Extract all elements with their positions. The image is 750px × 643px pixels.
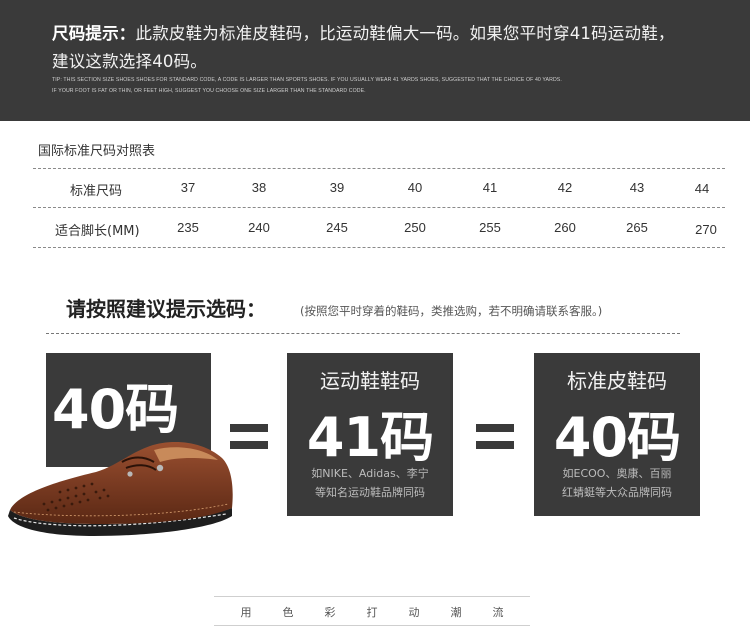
- slogan-char: 动: [408, 606, 420, 619]
- foot-length-cell: 270: [695, 222, 717, 237]
- foot-length-cell: 240: [248, 220, 270, 235]
- size-cell: 41: [482, 180, 498, 195]
- leather-shoe-brands: 如ECOO、奥康、百丽: [562, 467, 672, 480]
- sports-shoe-brands-note: 等知名运动鞋品牌同码: [315, 486, 425, 499]
- sports-shoe-size-box: 运动鞋鞋码 41码 如NIKE、Adidas、李宁 等知名运动鞋品牌同码: [287, 353, 453, 516]
- advice-divider: [46, 333, 680, 334]
- size-tip-label: 尺码提示：: [52, 24, 136, 43]
- slogan-char: 流: [492, 606, 504, 619]
- slogan-char: 打: [366, 606, 378, 619]
- english-tip-line-1: TIP: THIS SECTION SIZE SHOES SHOES FOR S…: [52, 77, 562, 83]
- leather-shoe-size-label: 标准皮鞋码: [567, 369, 667, 393]
- size-table-title: 国际标准尺码对照表: [38, 144, 156, 159]
- table-divider: [33, 247, 725, 248]
- size-cell: 44: [694, 181, 710, 196]
- footer-divider: [214, 625, 530, 626]
- slogan-char: 彩: [324, 606, 336, 619]
- english-tip-line-2: IF YOUR FOOT IS FAT OR THIN, OR FEET HIG…: [52, 88, 366, 94]
- slogan-char: 潮: [450, 606, 462, 619]
- foot-length-cell: 260: [554, 220, 576, 235]
- advice-note: (按照您平时穿着的鞋码，类推选购，若不明确请联系客服。): [300, 304, 603, 318]
- foot-length-cell: 265: [626, 220, 648, 235]
- table-divider: [33, 207, 725, 208]
- size-cell: 38: [251, 180, 267, 195]
- foot-length-cell: 245: [326, 220, 348, 235]
- size-tip-line-1: 尺码提示：此款皮鞋为标准皮鞋码，比运动鞋偏大一码。如果您平时穿41码运动鞋，: [52, 20, 675, 44]
- size-row-label: 标准尺码: [70, 184, 123, 199]
- footer-divider: [214, 596, 530, 597]
- foot-length-cell: 250: [404, 220, 426, 235]
- size-cell: 40: [407, 180, 423, 195]
- size-cell: 37: [180, 180, 196, 195]
- foot-length-row-label: 适合脚长(MM): [55, 224, 140, 239]
- size-cell: 39: [329, 180, 345, 195]
- size-tip-text: 此款皮鞋为标准皮鞋码，比运动鞋偏大一码。如果您平时穿41码运动鞋，: [135, 24, 675, 43]
- sports-shoe-size: 41码: [306, 406, 434, 469]
- size-tip-banner: 尺码提示：此款皮鞋为标准皮鞋码，比运动鞋偏大一码。如果您平时穿41码运动鞋， 建…: [0, 0, 750, 121]
- brown-leather-shoe-image: [8, 442, 233, 536]
- foot-length-cell: 235: [177, 220, 199, 235]
- size-cell: 43: [629, 180, 645, 195]
- table-divider: [33, 168, 725, 169]
- advice-title: 请按照建议提示选码：: [66, 297, 266, 321]
- foot-length-cell: 255: [479, 220, 501, 235]
- equals-sign-icon: [476, 424, 514, 449]
- size-tip-line-2: 建议这款选择40码。: [52, 52, 207, 71]
- sports-shoe-size-label: 运动鞋鞋码: [320, 369, 420, 393]
- size-cell: 42: [557, 180, 573, 195]
- slogan-char: 用: [240, 606, 252, 619]
- leather-shoe-brands-note: 红蜻蜓等大众品牌同码: [562, 486, 672, 499]
- leather-shoe-size-box: 标准皮鞋码 40码 如ECOO、奥康、百丽 红蜻蜓等大众品牌同码: [534, 353, 700, 516]
- slogan-char: 色: [282, 606, 294, 619]
- sports-shoe-brands: 如NIKE、Adidas、李宁: [311, 467, 429, 480]
- leather-shoe-size: 40码: [553, 406, 681, 469]
